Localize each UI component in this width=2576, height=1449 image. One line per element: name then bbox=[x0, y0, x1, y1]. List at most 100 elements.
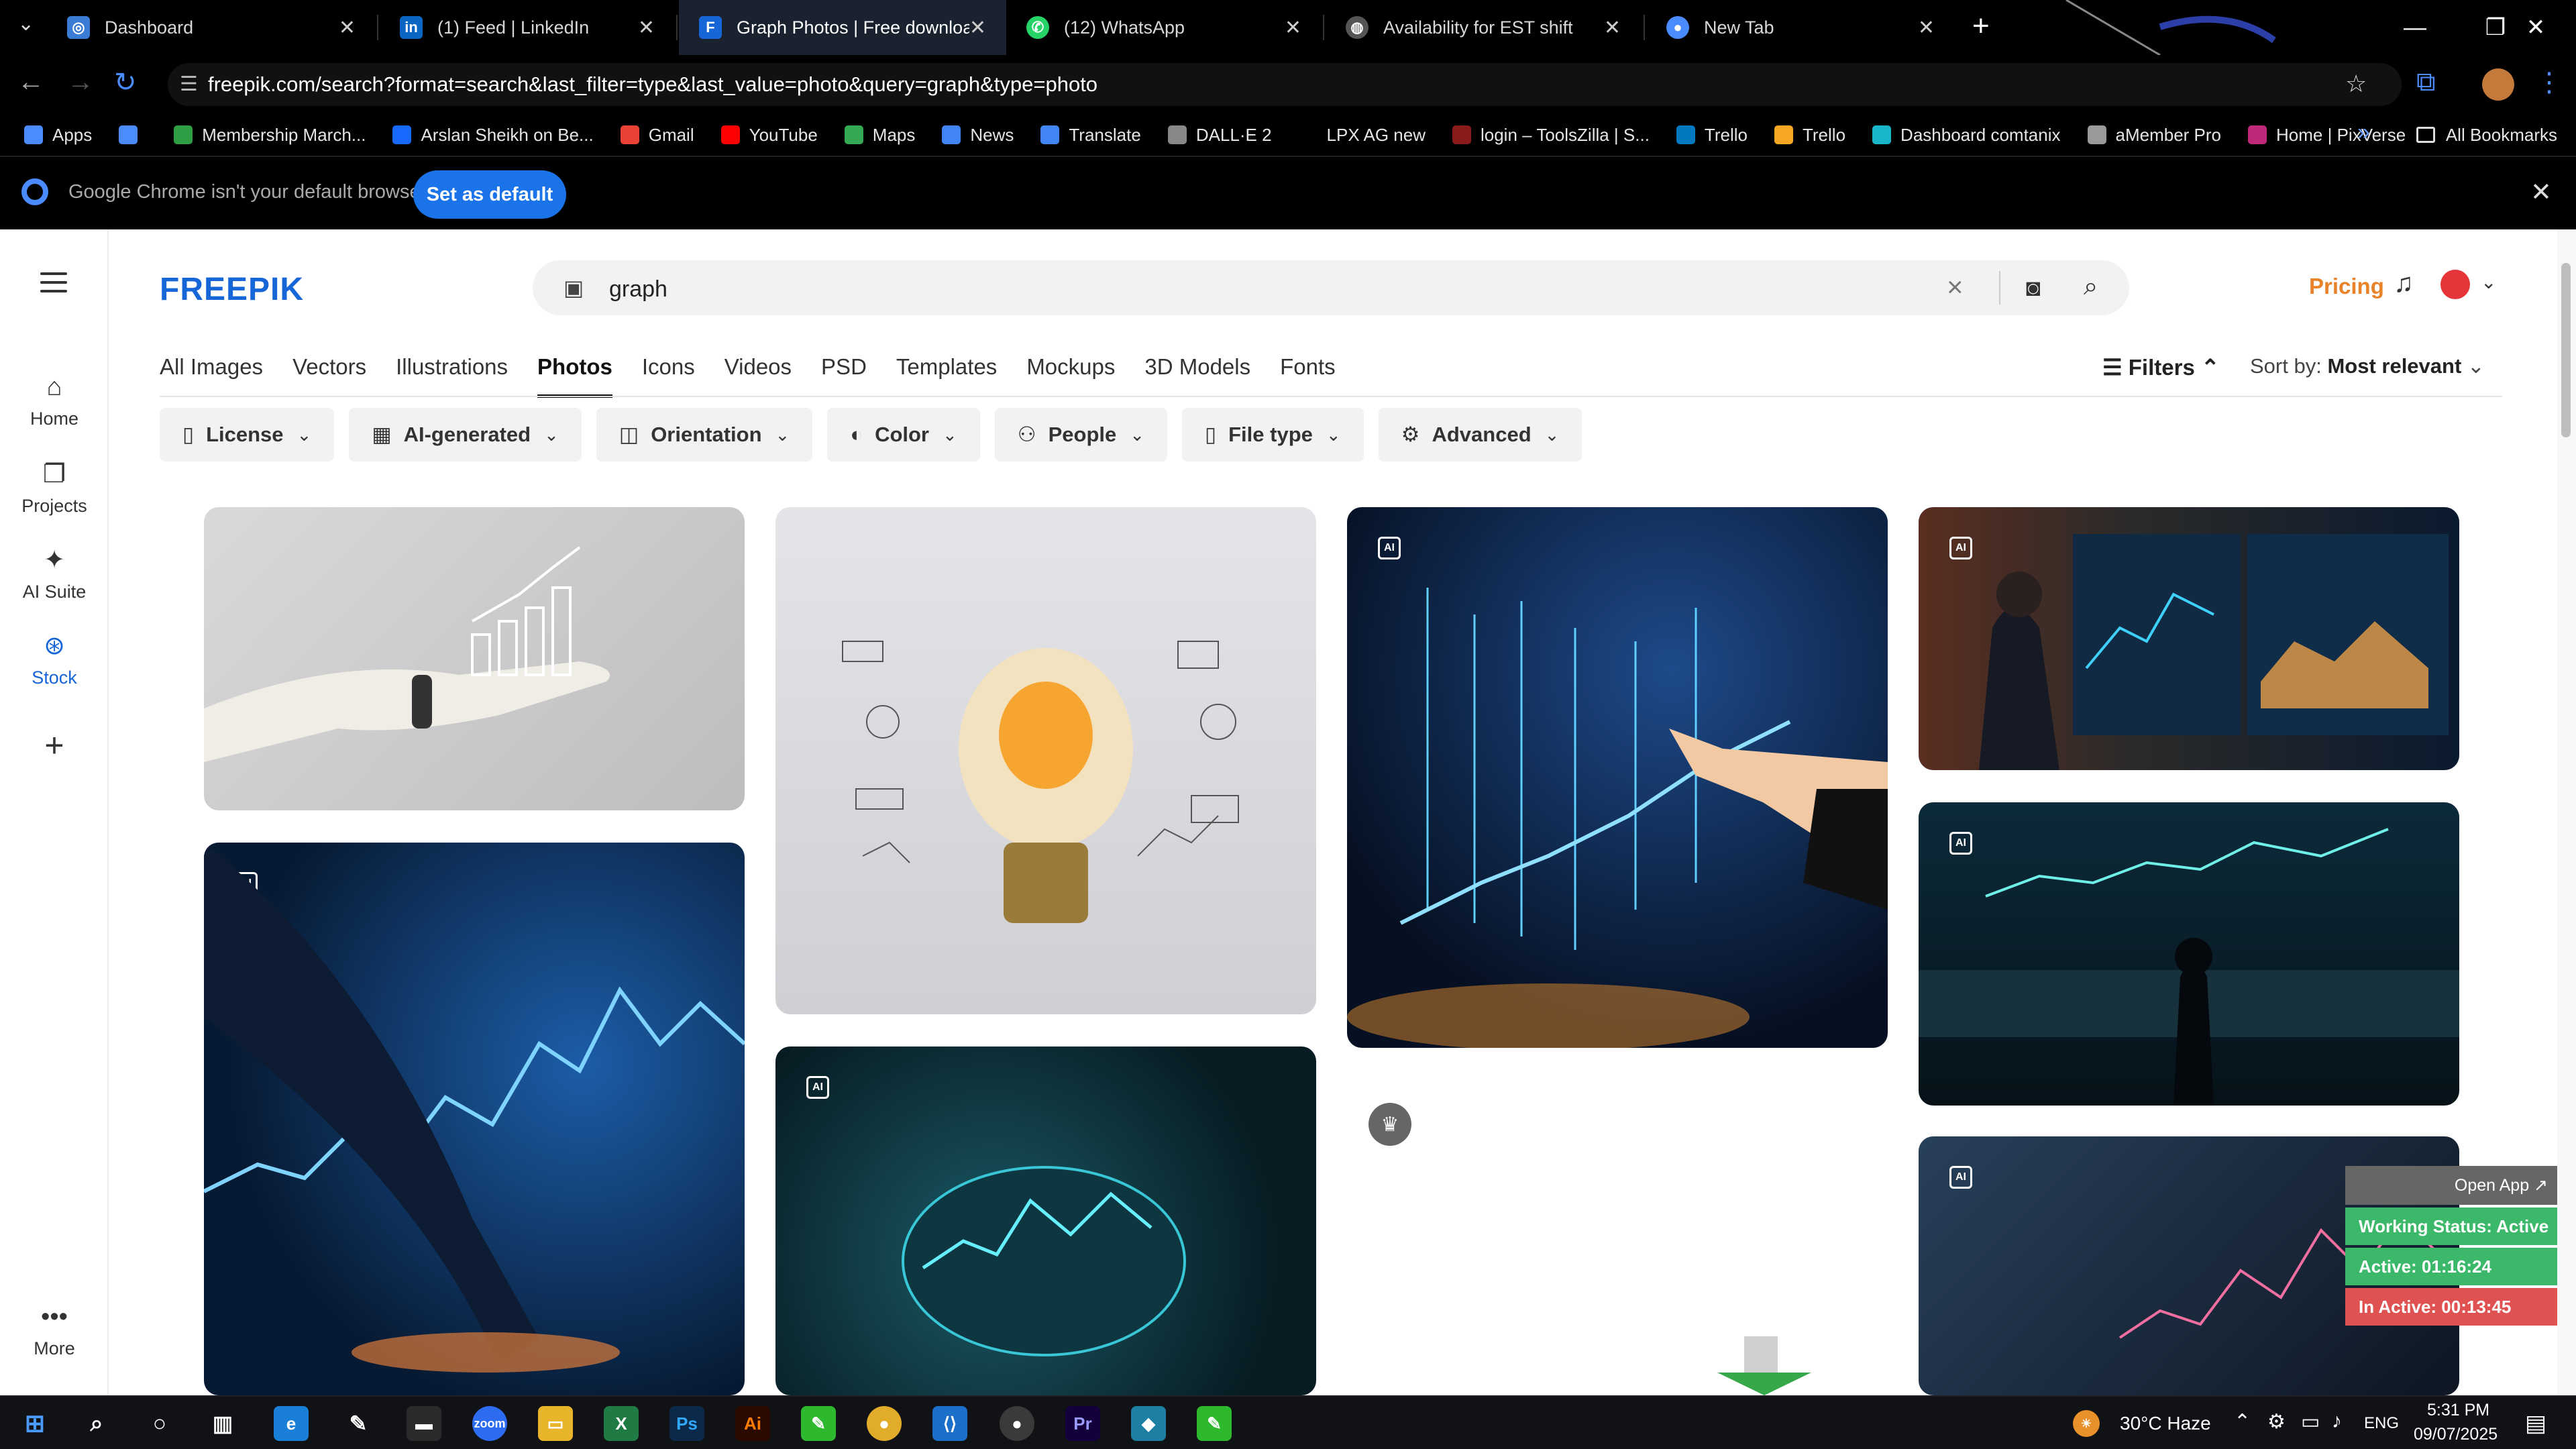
filter-chip-ai-generated[interactable]: ▦ AI-generated ⌄ bbox=[349, 408, 582, 462]
photo-finger-digital-chart[interactable]: AI bbox=[1347, 507, 1888, 1048]
clear-search-icon[interactable]: × bbox=[1947, 271, 1964, 303]
filter-chip-people[interactable]: ⚇ People ⌄ bbox=[994, 408, 1168, 462]
close-icon[interactable]: ✕ bbox=[1285, 16, 1301, 40]
zoom-icon[interactable]: zoom bbox=[472, 1406, 507, 1441]
close-icon[interactable]: ✕ bbox=[969, 16, 986, 40]
sidebar-item-ai-suite[interactable]: ✦ AI Suite bbox=[0, 545, 109, 602]
photo-glowing-chart-orb[interactable]: AI bbox=[775, 1046, 1316, 1395]
close-window-icon[interactable]: ✕ bbox=[2496, 0, 2576, 55]
bookmark-item[interactable]: Home | PixVerse bbox=[2248, 125, 2406, 146]
url-bar[interactable]: ☰ freepik.com/search?format=search&last_… bbox=[168, 63, 2402, 106]
cortana-icon[interactable]: ○ bbox=[142, 1406, 177, 1441]
bookmark-item[interactable]: aMember Pro bbox=[2087, 125, 2221, 146]
filter-chip-advanced[interactable]: ⚙ Advanced ⌄ bbox=[1378, 408, 1582, 462]
tab-linkedin[interactable]: in (1) Feed | LinkedIn ✕ bbox=[380, 0, 675, 55]
filter-chip-license[interactable]: ▯ License ⌄ bbox=[160, 408, 335, 462]
notifications-icon[interactable]: ▤ bbox=[2525, 1410, 2546, 1437]
bookmark-item[interactable]: login – ToolsZilla | S... bbox=[1452, 125, 1650, 146]
sidebar-item-home[interactable]: ⌂ Home bbox=[0, 373, 109, 429]
tab-psd[interactable]: PSD bbox=[821, 354, 867, 398]
filter-chip-orientation[interactable]: ◫ Orientation ⌄ bbox=[596, 408, 813, 462]
tray-app-icon[interactable]: ⚙ bbox=[2267, 1410, 2286, 1434]
filters-toggle[interactable]: ☰ Filters ⌃ bbox=[2102, 354, 2220, 380]
bookmark-item[interactable]: Arslan Sheikh on Be... bbox=[392, 125, 594, 146]
freepik-logo[interactable]: FREEPIK bbox=[160, 271, 304, 308]
avatar[interactable] bbox=[2440, 270, 2470, 299]
premiere-icon[interactable]: Pr bbox=[1065, 1406, 1100, 1441]
filter-chip-file-type[interactable]: ▯ File type ⌄ bbox=[1182, 408, 1364, 462]
bookmark-item[interactable]: Translate bbox=[1040, 125, 1141, 146]
open-app-button[interactable]: Open App ↗ bbox=[2345, 1166, 2557, 1205]
chrome-icon[interactable]: ● bbox=[867, 1406, 902, 1441]
clock-date[interactable]: 09/07/2025 bbox=[2414, 1425, 2498, 1444]
tab-icons[interactable]: Icons bbox=[642, 354, 695, 398]
clock-time[interactable]: 5:31 PM bbox=[2427, 1401, 2489, 1420]
forward-arrow-icon[interactable]: → bbox=[67, 67, 94, 97]
bookmark-item[interactable]: LPX AG new bbox=[1298, 125, 1426, 146]
photo-hand-stock-chart[interactable]: AI bbox=[204, 843, 745, 1395]
sidebar-item-stock[interactable]: ⊛ Stock bbox=[0, 631, 109, 688]
profile-avatar[interactable] bbox=[2482, 68, 2514, 101]
photo-hand-growth-chart[interactable] bbox=[204, 507, 745, 810]
page-scrollbar[interactable] bbox=[2557, 229, 2576, 1395]
bookmark-item[interactable]: YouTube bbox=[720, 125, 818, 146]
pricing-link[interactable]: Pricing bbox=[2309, 274, 2384, 299]
set-as-default-button[interactable]: Set as default bbox=[413, 170, 566, 219]
search-input[interactable]: graph bbox=[609, 276, 667, 303]
photo-man-dashboard-screens[interactable]: AI bbox=[1919, 507, 2459, 770]
back-arrow-icon[interactable]: ← bbox=[17, 67, 44, 97]
close-icon[interactable]: ✕ bbox=[1604, 16, 1621, 40]
tab-vectors[interactable]: Vectors bbox=[292, 354, 366, 398]
bookmark-item[interactable]: Trello bbox=[1676, 125, 1748, 146]
bookmark-item[interactable]: Trello bbox=[1774, 125, 1845, 146]
edge-icon[interactable]: e bbox=[274, 1406, 309, 1441]
close-icon[interactable]: ✕ bbox=[2530, 177, 2552, 207]
volume-icon[interactable]: ♪ bbox=[2332, 1410, 2342, 1433]
menu-kebab-icon[interactable]: ⋮ bbox=[2536, 67, 2563, 98]
bell-icon[interactable]: ♫ bbox=[2394, 268, 2414, 299]
filter-chip-color[interactable]: ◐ Color ⌄ bbox=[827, 408, 980, 462]
bookmark-item[interactable]: Dashboard comtanix bbox=[1872, 125, 2061, 146]
tab-search-chevron-icon[interactable]: ⌄ bbox=[17, 12, 34, 36]
sidebar-item-projects[interactable]: ❐ Projects bbox=[0, 459, 109, 517]
extensions-icon[interactable]: ⧉ bbox=[2416, 67, 2436, 97]
tab-freepik[interactable]: F Graph Photos | Free download ✕ bbox=[679, 0, 1006, 55]
language-indicator[interactable]: ENG bbox=[2364, 1414, 2399, 1433]
pen-tool-icon[interactable]: ✎ bbox=[341, 1406, 376, 1441]
search-bar[interactable]: ▣ graph × ◙ ⌕ bbox=[533, 260, 2129, 315]
sidebar-item-more[interactable]: ••• More bbox=[0, 1303, 109, 1359]
tab-availability[interactable]: ◍ Availability for EST shift ✕ bbox=[1326, 0, 1641, 55]
tab-dashboard[interactable]: ◎ Dashboard ✕ bbox=[47, 0, 376, 55]
tab-illustrations[interactable]: Illustrations bbox=[396, 354, 508, 398]
camera-icon[interactable]: ◙ bbox=[2026, 274, 2041, 302]
bookmark-item[interactable]: News bbox=[942, 125, 1014, 146]
photo-man-city-dashboard[interactable]: AI bbox=[1919, 802, 2459, 1106]
minimize-icon[interactable]: — bbox=[2375, 0, 2455, 55]
task-view-icon[interactable]: ▥ bbox=[205, 1406, 240, 1441]
tab-all-images[interactable]: All Images bbox=[160, 354, 263, 398]
tab-templates[interactable]: Templates bbox=[896, 354, 997, 398]
bookmark-item[interactable]: Membership March... bbox=[174, 125, 366, 146]
tray-chevron-icon[interactable]: ⌃ bbox=[2234, 1410, 2251, 1434]
all-bookmarks[interactable]: All Bookmarks bbox=[2416, 114, 2557, 156]
premium-crown-icon[interactable]: ♛ bbox=[1368, 1103, 1411, 1146]
photoshop-icon[interactable]: Ps bbox=[669, 1406, 704, 1441]
scrollbar-thumb[interactable] bbox=[2561, 263, 2571, 437]
bookmark-item[interactable]: DALL·E 2 bbox=[1167, 125, 1272, 146]
site-info-icon[interactable]: ☰ bbox=[180, 72, 198, 96]
green-app-2-icon[interactable]: ✎ bbox=[1197, 1406, 1232, 1441]
photo-lightbulb-sketch[interactable] bbox=[775, 507, 1316, 1014]
search-icon[interactable]: ⌕ bbox=[2084, 272, 2098, 301]
star-bookmark-icon[interactable]: ☆ bbox=[2345, 70, 2367, 98]
bookmark-item[interactable] bbox=[119, 125, 147, 144]
sidebar-add-button[interactable]: + bbox=[0, 726, 109, 771]
reload-icon[interactable]: ↻ bbox=[114, 67, 137, 98]
network-icon[interactable]: ▭ bbox=[2301, 1410, 2320, 1434]
close-icon[interactable]: ✕ bbox=[638, 16, 655, 40]
bookmark-item[interactable]: Maps bbox=[844, 125, 915, 146]
tab-3d-models[interactable]: 3D Models bbox=[1144, 354, 1250, 398]
more-bookmarks-chevron-icon[interactable]: » bbox=[2357, 119, 2370, 146]
tab-photos[interactable]: Photos bbox=[537, 354, 612, 398]
file-explorer-icon[interactable]: ▭ bbox=[538, 1406, 573, 1441]
vscode-icon[interactable]: ⟨⟩ bbox=[932, 1406, 967, 1441]
